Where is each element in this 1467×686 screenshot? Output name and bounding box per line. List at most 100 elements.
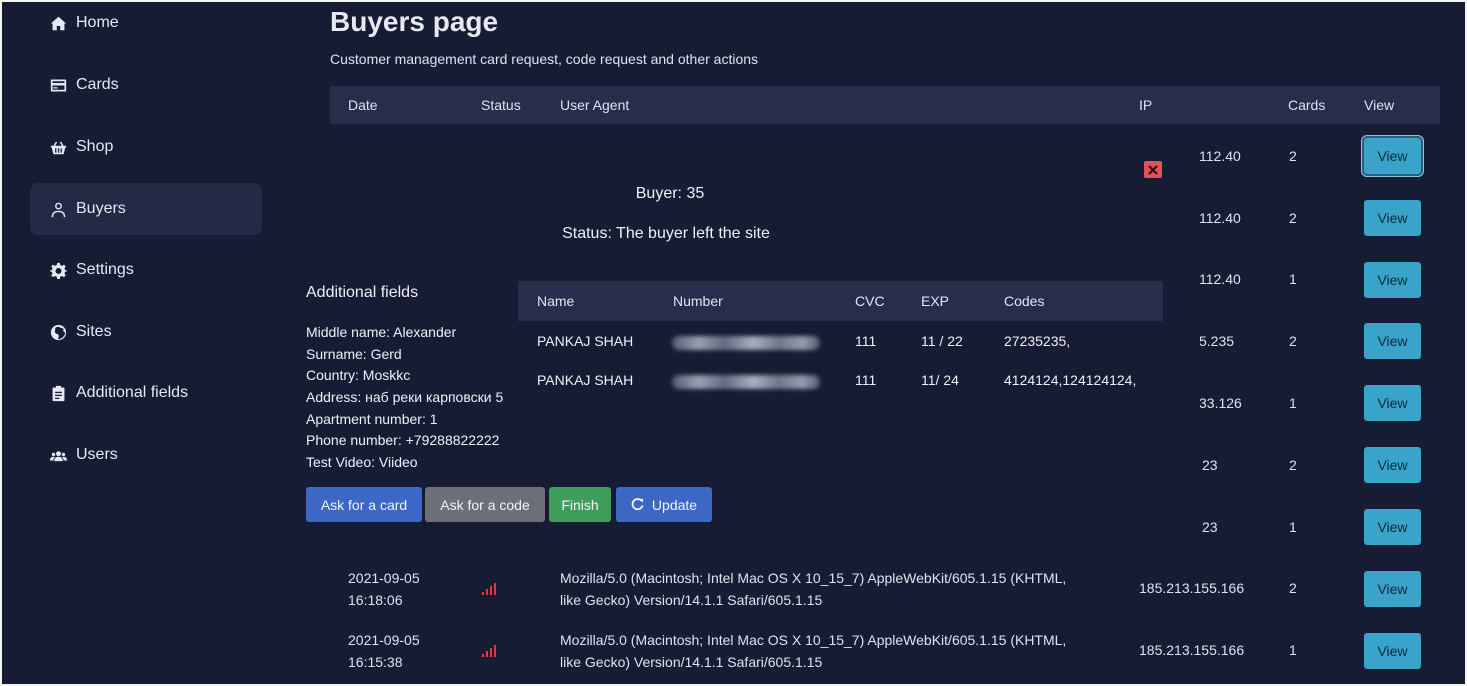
sidebar-item-label: Buyers (76, 200, 126, 217)
column-number: Number (673, 293, 723, 309)
ip-cell: 5.235 (1199, 333, 1235, 349)
view-button[interactable]: View (1364, 447, 1421, 483)
ip-cell: 185.213.155.166 (1139, 642, 1245, 658)
view-button[interactable]: View (1364, 385, 1421, 421)
sidebar-item-label: Settings (76, 261, 134, 278)
field-surname: Surname: Gerd (306, 346, 402, 362)
view-button[interactable]: View (1364, 262, 1421, 298)
card-number-blurred (672, 375, 820, 389)
sidebar-item-cards[interactable]: Cards (30, 59, 262, 111)
cards-cell: 1 (1289, 519, 1297, 535)
view-button[interactable]: View (1364, 323, 1421, 359)
cards-cell: 2 (1289, 580, 1297, 596)
ip-cell: 112.40 (1199, 271, 1241, 287)
user-agent-cell-line2: like Gecko) Version/14.1.1 Safari/605.1.… (560, 654, 823, 670)
column-codes: Codes (1004, 293, 1045, 309)
sidebar: Home Cards Shop Buyers Settings Sites Ad… (0, 0, 275, 686)
sidebar-item-label: Cards (76, 76, 119, 93)
date-cell: 2021-09-05 (348, 632, 420, 648)
cards-cell: 2 (1289, 333, 1297, 349)
sidebar-item-users[interactable]: Users (30, 429, 262, 481)
column-date[interactable]: Date (348, 97, 378, 113)
cards-cell: 1 (1289, 271, 1297, 287)
user-agent-cell: Mozilla/5.0 (Macintosh; Intel Mac OS X 1… (560, 570, 1067, 586)
field-address: Address: наб реки карповски 5 (306, 389, 504, 405)
field-test-video: Test Video: Viideo (306, 454, 418, 470)
card-name: PANKAJ SHAH (537, 372, 634, 388)
card-codes: 27235235, (1004, 333, 1071, 349)
cards-cell: 1 (1289, 642, 1297, 658)
user-agent-cell-line2: like Gecko) Version/14.1.1 Safari/605.1.… (560, 592, 823, 608)
column-view[interactable]: View (1364, 97, 1394, 113)
sidebar-item-sites[interactable]: Sites (30, 306, 262, 358)
cards-cell: 2 (1289, 148, 1297, 164)
column-exp: EXP (921, 293, 950, 309)
time-cell: 16:18:06 (348, 592, 403, 608)
user-icon (48, 200, 68, 218)
close-icon (1148, 164, 1158, 175)
ip-cell: 33.126 (1199, 395, 1242, 411)
view-button[interactable]: View (1364, 138, 1421, 174)
card-number-blurred (672, 336, 820, 350)
sidebar-item-settings[interactable]: Settings (30, 244, 262, 296)
view-button[interactable]: View (1364, 509, 1421, 545)
ip-cell: 23 (1202, 519, 1218, 535)
column-status[interactable]: Status (481, 97, 521, 113)
sidebar-item-label: Home (76, 14, 119, 31)
field-country: Country: Moskkc (306, 367, 411, 383)
ip-cell: 185.213.155.166 (1139, 580, 1245, 596)
user-agent-cell: Mozilla/5.0 (Macintosh; Intel Mac OS X 1… (560, 632, 1067, 648)
credit-card-icon (48, 76, 68, 94)
users-icon (48, 446, 68, 464)
card-name: PANKAJ SHAH (537, 333, 634, 349)
status-signal-icon (482, 643, 500, 657)
ip-cell: 112.40 (1199, 148, 1241, 164)
view-button[interactable]: View (1364, 200, 1421, 236)
sidebar-item-label: Additional fields (76, 384, 189, 401)
card-cvc: 111 (855, 372, 877, 388)
page-subtitle: Customer management card request, code r… (330, 51, 759, 67)
column-user-agent[interactable]: User Agent (560, 97, 629, 113)
close-button[interactable] (1144, 161, 1162, 178)
page-title: Buyers page (330, 6, 499, 37)
globe-icon (48, 323, 68, 341)
sidebar-item-label: Users (76, 446, 118, 463)
ip-cell: 112.40 (1199, 210, 1241, 226)
view-button[interactable]: View (1364, 571, 1421, 607)
sidebar-item-label: Sites (76, 323, 112, 340)
view-button[interactable]: View (1364, 633, 1421, 669)
ask-for-code-button[interactable]: Ask for a code (425, 487, 545, 522)
cards-cell: 2 (1289, 457, 1297, 473)
field-apartment-number: Apartment number: 1 (306, 411, 438, 427)
ip-cell: 23 (1202, 457, 1218, 473)
card-cvc: 111 (855, 333, 877, 349)
sidebar-item-shop[interactable]: Shop (30, 121, 262, 173)
time-cell: 16:15:38 (348, 654, 403, 670)
update-label: Update (651, 496, 698, 513)
buyer-status: Status: The buyer left the site (562, 225, 770, 242)
status-signal-icon (482, 581, 500, 595)
buyer-modal: Buyer: 35 Status: The buyer left the sit… (268, 124, 1200, 556)
update-button[interactable]: Update (616, 487, 712, 522)
column-name: Name (537, 293, 575, 309)
column-cards[interactable]: Cards (1288, 97, 1325, 113)
card-exp: 11/ 24 (921, 372, 959, 388)
home-icon (48, 14, 68, 32)
sidebar-item-additional-fields[interactable]: Additional fields (30, 367, 262, 419)
finish-button[interactable]: Finish (549, 487, 611, 522)
gear-icon (48, 261, 68, 279)
column-cvc: CVC (855, 293, 885, 309)
sidebar-item-home[interactable]: Home (30, 0, 262, 49)
field-phone-number: Phone number: +79288822222 (306, 432, 500, 448)
sidebar-item-label: Shop (76, 138, 114, 155)
date-cell: 2021-09-05 (348, 570, 420, 586)
cards-table-header: Name Number CVC EXP Codes (518, 281, 1163, 321)
cards-cell: 1 (1289, 395, 1297, 411)
column-ip[interactable]: IP (1139, 97, 1152, 113)
card-codes: 4124124,124124124, (1004, 372, 1137, 388)
basket-icon (48, 138, 68, 156)
card-exp: 11 / 22 (921, 333, 963, 349)
table-header: Date Status User Agent IP Cards View (330, 86, 1440, 124)
field-middle-name: Middle name: Alexander (306, 324, 457, 340)
ask-for-card-button[interactable]: Ask for a card (306, 487, 422, 522)
